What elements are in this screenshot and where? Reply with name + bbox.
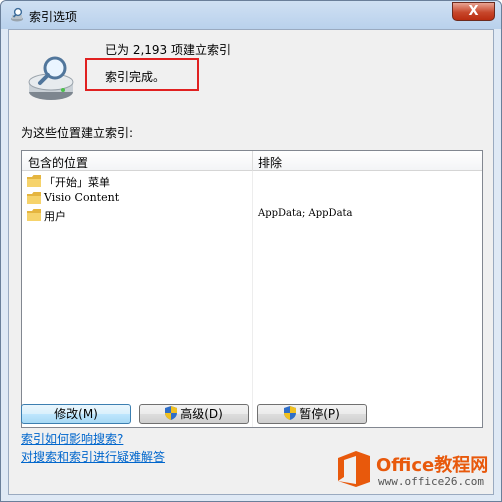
watermark-url: www.office26.com	[378, 475, 484, 488]
location-name: Visio Content	[44, 191, 120, 204]
indexed-count-text: 已为 2,193 项建立索引	[105, 43, 231, 57]
pause-button[interactable]: 暂停(P)	[257, 404, 367, 424]
location-name: 「开始」菜单	[44, 176, 110, 189]
office-logo-icon	[338, 451, 370, 487]
uac-shield-icon	[284, 406, 297, 420]
list-header: 包含的位置 排除	[22, 151, 482, 171]
column-header-excluded[interactable]: 排除	[258, 154, 282, 171]
close-button[interactable]: X	[452, 2, 495, 21]
window-title: 索引选项	[29, 10, 78, 24]
index-locations-label: 为这些位置建立索引:	[21, 126, 134, 140]
column-divider[interactable]	[252, 151, 253, 171]
folder-icon	[27, 209, 41, 221]
dialog-body: 已为 2,193 项建立索引 索引完成。 为这些位置建立索引: 包含的位置 排除…	[8, 29, 494, 495]
close-icon: X	[468, 4, 479, 19]
uac-shield-icon	[165, 406, 178, 420]
indexing-options-icon	[11, 7, 23, 22]
pause-button-label: 暂停(P)	[299, 407, 340, 421]
watermark: Office教程网 www.office26.com	[334, 445, 496, 495]
title-bar[interactable]: 索引选项 X	[1, 1, 501, 29]
advanced-button-label: 高级(D)	[180, 407, 223, 421]
watermark-title: Office教程网	[376, 455, 489, 476]
modify-button-label: 修改(M)	[54, 407, 98, 421]
advanced-button[interactable]: 高级(D)	[139, 404, 249, 424]
location-row-users[interactable]: 用户 AppData; AppData	[26, 207, 480, 224]
location-row-visio-content[interactable]: Visio Content	[26, 190, 480, 207]
folder-icon	[27, 192, 41, 204]
index-status-text: 索引完成。	[105, 70, 166, 84]
folder-icon	[27, 175, 41, 187]
location-row-start-menu[interactable]: 「开始」菜单	[26, 173, 480, 190]
location-name: 用户	[44, 210, 66, 223]
indexing-drive-magnifier-icon	[28, 56, 74, 100]
troubleshoot-search-indexing-link[interactable]: 对搜索和索引进行疑难解答	[21, 448, 165, 465]
indexing-options-window: 索引选项 X 已为 2,193 项建立索引 索引完成。 为这些位置建立索引: 包…	[0, 0, 502, 502]
index-locations-list[interactable]: 包含的位置 排除 「开始」菜单 Visio Content 用户 AppData…	[21, 150, 483, 428]
column-header-included[interactable]: 包含的位置	[28, 154, 88, 171]
location-excluded: AppData; AppData	[258, 208, 353, 219]
how-indexing-affects-search-link[interactable]: 索引如何影响搜索?	[21, 430, 123, 447]
modify-button[interactable]: 修改(M)	[21, 404, 131, 424]
